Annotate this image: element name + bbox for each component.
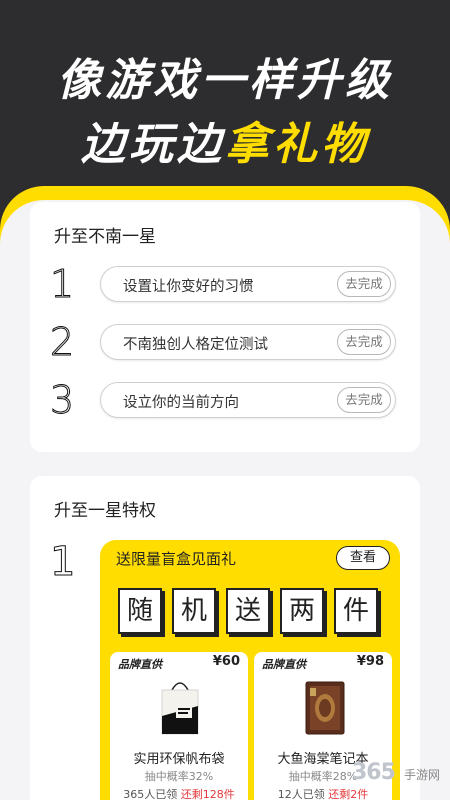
gift-title: 送限量盲盒见面礼 xyxy=(116,550,237,568)
task-row: 3 设立你的当前方向 去完成 xyxy=(50,378,410,422)
step-number-2: 2 xyxy=(50,320,75,364)
step-number-3: 3 xyxy=(50,378,75,422)
brand-tag: 品牌直供 xyxy=(262,658,306,671)
task-pill[interactable]: 设置让你变好的习惯 去完成 xyxy=(100,266,396,302)
task-row: 1 设置让你变好的习惯 去完成 xyxy=(50,262,410,306)
char-tile: 两 xyxy=(280,588,324,634)
task-label: 设置让你变好的习惯 xyxy=(123,279,254,295)
tote-bag-image xyxy=(161,682,199,735)
watermark-text: 手游网 xyxy=(404,768,441,782)
char-tile: 机 xyxy=(172,588,216,634)
brand-tag: 品牌直供 xyxy=(118,658,162,671)
claimed-count: 12人已领 xyxy=(277,788,325,800)
privilege-number: 1 xyxy=(50,539,76,585)
hero-headline: 像游戏一样升级 xyxy=(57,55,393,106)
task-label: 设立你的当前方向 xyxy=(123,395,239,411)
char-tile: 件 xyxy=(334,588,378,634)
draw-rate: 抽中概率32% xyxy=(144,770,214,783)
view-gift-button[interactable]: 查看 xyxy=(336,546,390,570)
level-up-card: 升至不南一星 1 设置让你变好的习惯 去完成 2 不南独创人格定位测试 去完成 … xyxy=(30,202,420,452)
claim-stats: 365人已领 还剩128件 xyxy=(110,786,248,800)
hero-subheadline-prefix: 边玩边 xyxy=(81,119,225,170)
hero-banner: 像游戏一样升级 边玩边拿礼物 xyxy=(0,0,450,200)
complete-task-button[interactable]: 去完成 xyxy=(337,271,391,297)
task-pill[interactable]: 设立你的当前方向 去完成 xyxy=(100,382,396,418)
task-label: 不南独创人格定位测试 xyxy=(123,337,268,353)
random-two-tiles: 随 机 送 两 件 xyxy=(118,588,388,638)
privilege-title: 升至一星特权 xyxy=(54,501,156,521)
task-pill[interactable]: 不南独创人格定位测试 去完成 xyxy=(100,324,396,360)
complete-task-button[interactable]: 去完成 xyxy=(337,387,391,413)
step-number-1: 1 xyxy=(50,262,75,306)
complete-task-button[interactable]: 去完成 xyxy=(337,329,391,355)
product-price: ¥98 xyxy=(356,654,384,669)
privilege-card: 升至一星特权 1 送限量盲盒见面礼 查看 随 机 送 两 件 品牌直供 ¥60 … xyxy=(30,476,420,800)
product-price: ¥60 xyxy=(212,654,240,669)
product-name: 实用环保帆布袋 xyxy=(133,752,225,767)
task-row: 2 不南独创人格定位测试 去完成 xyxy=(50,320,410,364)
hero-subheadline: 边玩边拿礼物 xyxy=(0,108,450,172)
claimed-count: 365人已领 xyxy=(123,788,178,800)
remaining-count: 还剩128件 xyxy=(180,788,235,800)
char-tile: 送 xyxy=(226,588,270,634)
hero-subheadline-accent: 拿礼物 xyxy=(225,119,369,170)
watermark-logo: 365 xyxy=(352,760,396,785)
level-up-title: 升至不南一星 xyxy=(54,227,156,247)
notebook-image xyxy=(305,681,345,735)
char-tile: 随 xyxy=(118,588,162,634)
product-card-tote-bag[interactable]: 品牌直供 ¥60 实用环保帆布袋 抽中概率32% 365人已领 还剩128件 xyxy=(110,652,248,800)
site-watermark: 365 手游网 xyxy=(352,754,448,794)
